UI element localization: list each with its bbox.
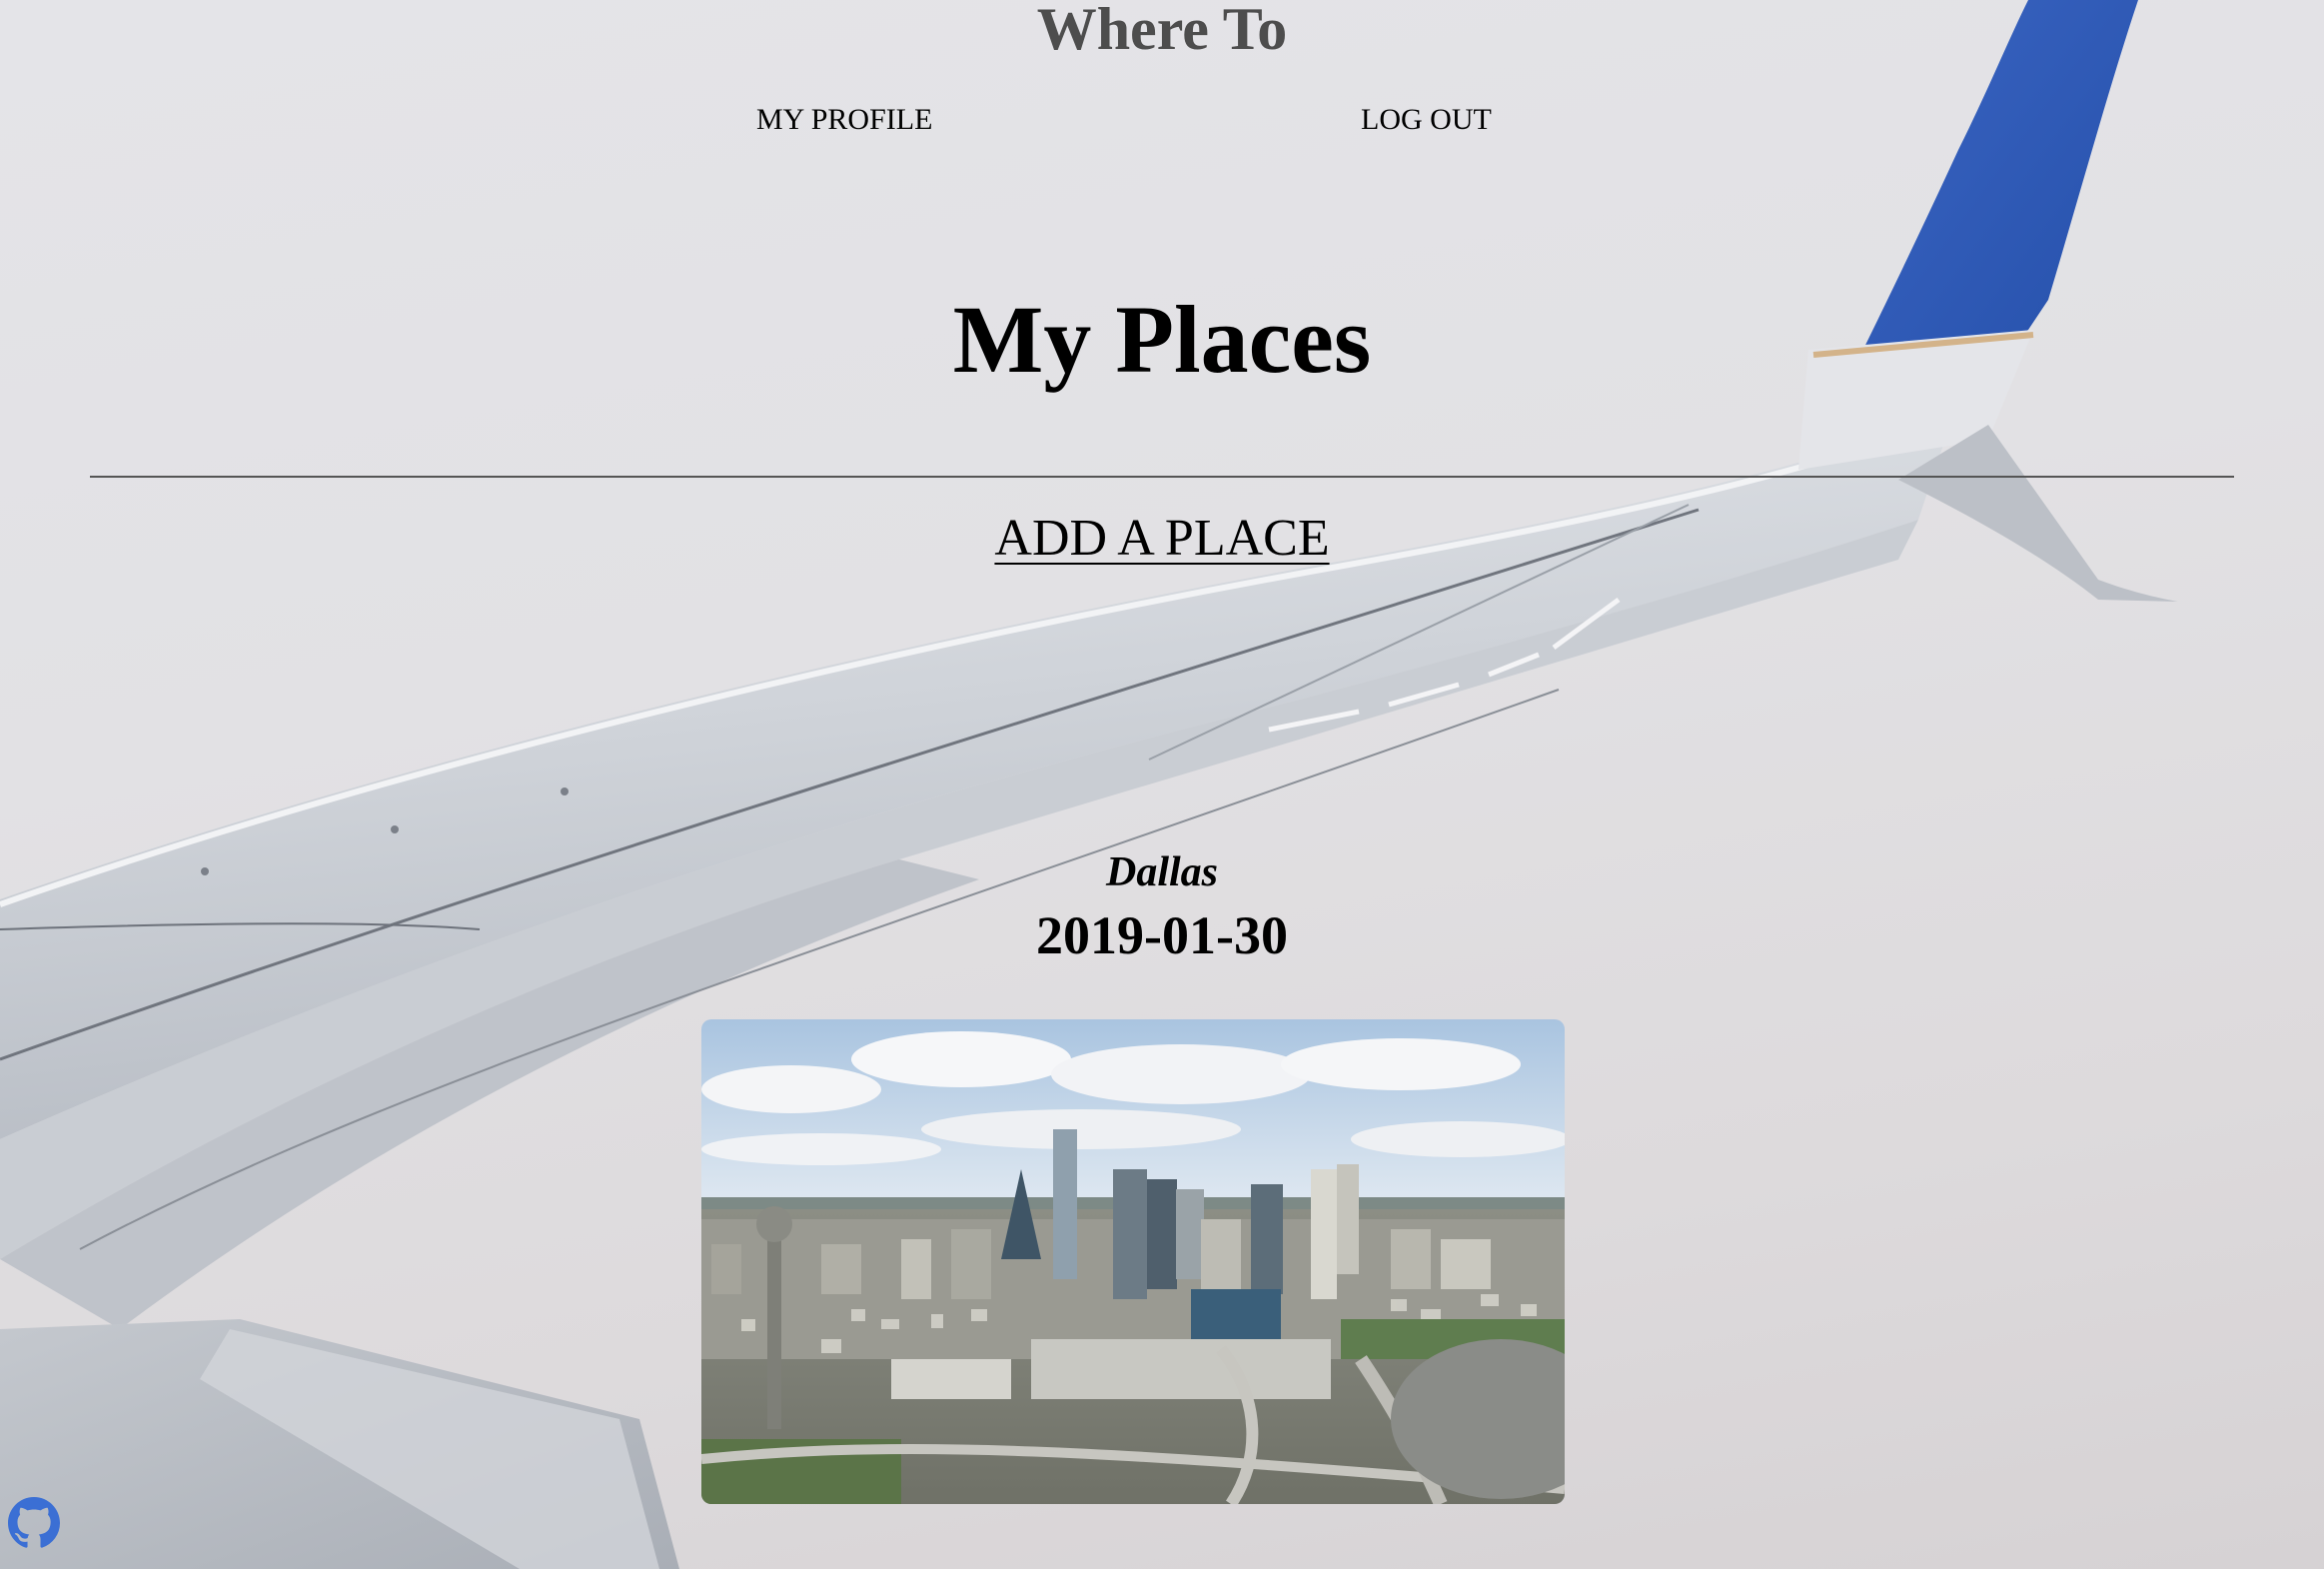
site-title[interactable]: Where To bbox=[0, 0, 2324, 64]
dallas-skyline-image bbox=[701, 1019, 1565, 1504]
github-icon bbox=[8, 1497, 60, 1548]
place-name: Dallas bbox=[1105, 849, 1218, 895]
log-out-link[interactable]: LOG OUT bbox=[1361, 100, 1492, 140]
place-photo[interactable] bbox=[701, 1019, 1565, 1504]
my-profile-link[interactable]: MY PROFILE bbox=[756, 100, 932, 140]
add-place-link[interactable]: ADD A PLACE bbox=[994, 510, 1329, 567]
page-title: My Places bbox=[952, 286, 1372, 393]
place-date: 2019-01-30 bbox=[1036, 905, 1288, 965]
github-link[interactable] bbox=[8, 1497, 60, 1549]
page-content: Where To MY PROFILE LOG OUT My Places AD… bbox=[0, 0, 2324, 1569]
divider bbox=[90, 476, 2234, 478]
add-place-container: ADD A PLACE bbox=[0, 508, 2324, 570]
